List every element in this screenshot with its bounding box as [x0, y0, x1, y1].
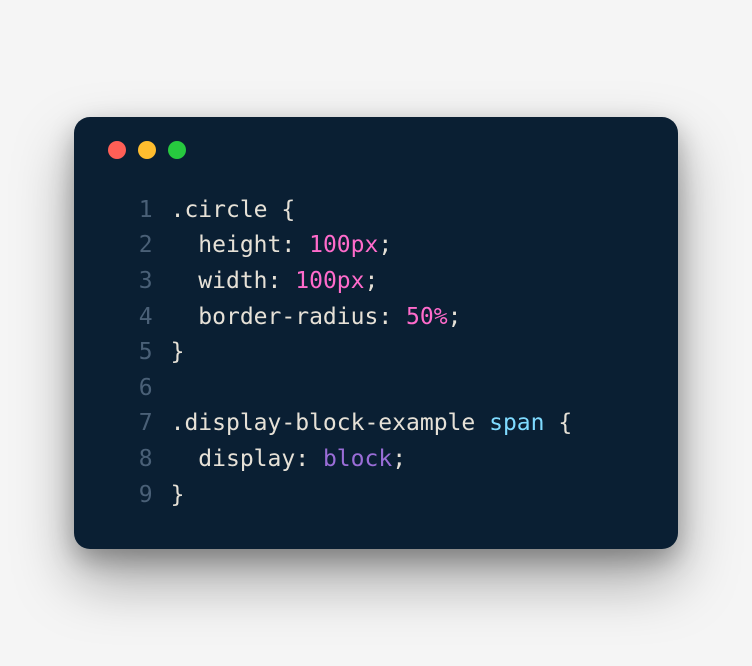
line-content: height: 100px;: [171, 228, 393, 264]
token-punc: [171, 304, 199, 330]
token-punc: }: [171, 482, 185, 508]
token-punc: :: [281, 232, 309, 258]
maximize-icon[interactable]: [168, 141, 186, 159]
token-num: 100px: [309, 232, 378, 258]
token-punc: :: [378, 304, 406, 330]
line-number: 5: [102, 335, 153, 371]
token-punc: {: [558, 410, 572, 436]
token-prop: width: [198, 268, 267, 294]
code-line: 7 .display-block-example span {: [102, 406, 650, 442]
line-number: 8: [102, 442, 153, 478]
line-content: .display-block-example span {: [171, 406, 573, 442]
token-punc: ;: [448, 304, 462, 330]
line-content: border-radius: 50%;: [171, 300, 462, 336]
close-icon[interactable]: [108, 141, 126, 159]
line-number: 3: [102, 264, 153, 300]
line-number: 9: [102, 478, 153, 514]
token-punc: [171, 446, 199, 472]
line-content: }: [171, 335, 185, 371]
code-line: 5}: [102, 335, 650, 371]
code-line: 9}: [102, 478, 650, 514]
line-number: 6: [102, 371, 153, 407]
token-num: 50%: [406, 304, 448, 330]
token-punc: ;: [365, 268, 379, 294]
traffic-lights: [108, 141, 650, 159]
token-prop: height: [198, 232, 281, 258]
token-prop: border-radius: [198, 304, 378, 330]
code-line: 1 .circle {: [102, 193, 650, 229]
code-block: 1.circle {2 height: 100px;3 width: 100px…: [102, 193, 650, 514]
token-punc: }: [171, 339, 185, 365]
token-num: 100px: [295, 268, 364, 294]
token-punc: ;: [378, 232, 392, 258]
token-punc: {: [281, 197, 295, 223]
code-line: 6: [102, 371, 650, 407]
token-prop: display: [198, 446, 295, 472]
token-punc: :: [268, 268, 296, 294]
code-line: 4 border-radius: 50%;: [102, 300, 650, 336]
line-content: display: block;: [171, 442, 406, 478]
code-line: 2 height: 100px;: [102, 228, 650, 264]
token-punc: :: [295, 446, 323, 472]
line-number: 4: [102, 300, 153, 336]
token-kw: block: [323, 446, 392, 472]
line-number: 2: [102, 228, 153, 264]
token-sel: .display-block-example: [171, 410, 490, 436]
token-sel: .circle: [171, 197, 282, 223]
code-window: 1.circle {2 height: 100px;3 width: 100px…: [74, 117, 678, 550]
line-content: .circle {: [171, 193, 296, 229]
line-content: width: 100px;: [171, 264, 379, 300]
line-number: 7: [102, 406, 153, 442]
code-line: 8 display: block;: [102, 442, 650, 478]
token-punc: [171, 268, 199, 294]
minimize-icon[interactable]: [138, 141, 156, 159]
line-number: 1: [102, 193, 153, 229]
token-punc: ;: [392, 446, 406, 472]
line-content: }: [171, 478, 185, 514]
token-punc: [171, 232, 199, 258]
token-tag: span: [489, 410, 558, 436]
code-line: 3 width: 100px;: [102, 264, 650, 300]
